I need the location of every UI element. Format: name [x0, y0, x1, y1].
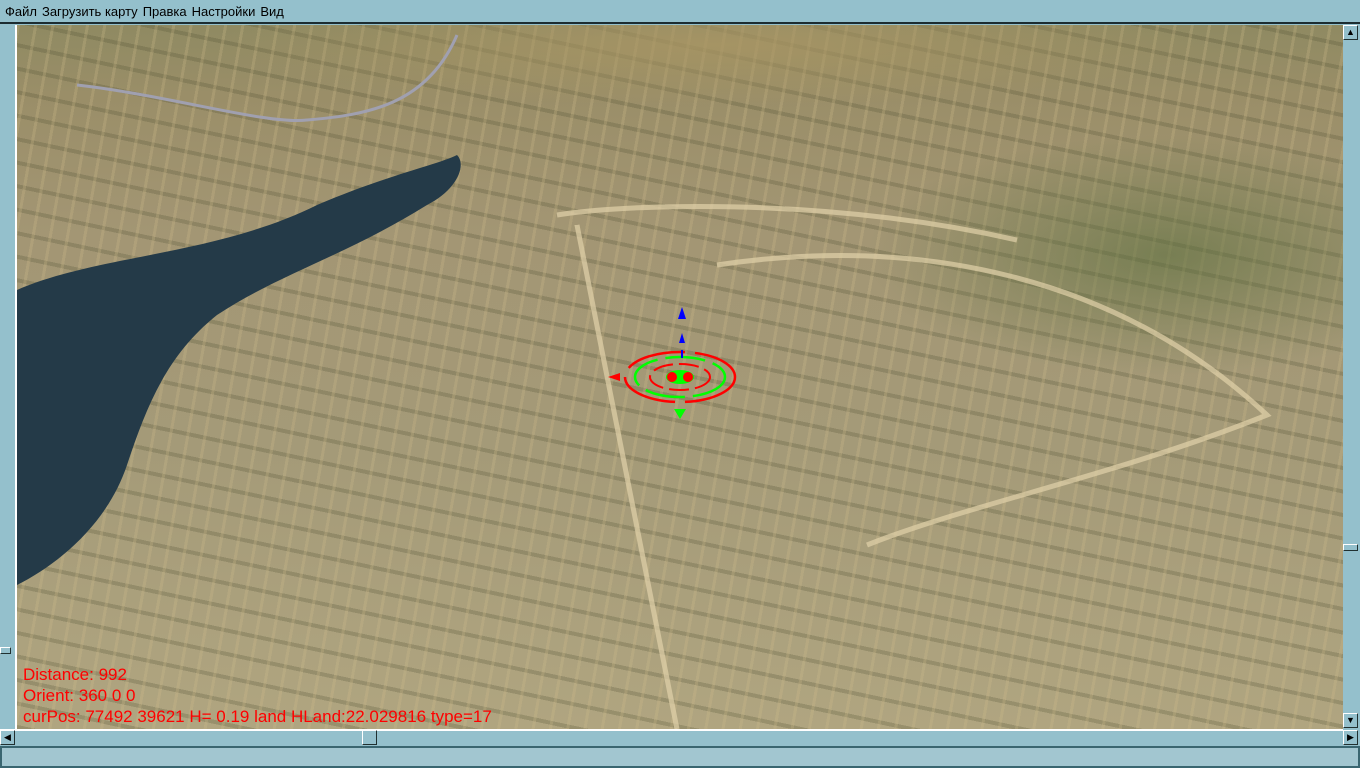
horizontal-scroll-thumb[interactable] [362, 730, 377, 745]
scroll-down-button[interactable]: ▼ [1343, 713, 1358, 728]
position-gizmo [608, 307, 737, 419]
scroll-right-button[interactable]: ▶ [1343, 730, 1358, 745]
horizontal-scrollbar[interactable]: ◀ ▶ [0, 729, 1358, 745]
menu-load-map[interactable]: Загрузить карту [42, 4, 138, 19]
menu-file[interactable]: Файл [5, 4, 37, 19]
hud-overlay: Distance: 992 Orient: 360 0 0 curPos: 77… [23, 664, 492, 727]
vertical-scroll-thumb[interactable] [1343, 544, 1358, 551]
status-bar [0, 746, 1360, 768]
map-3d-viewport[interactable]: Distance: 992 Orient: 360 0 0 curPos: 77… [17, 25, 1343, 729]
menu-settings[interactable]: Настройки [192, 4, 256, 19]
distance-readout: Distance: 992 [23, 665, 127, 684]
left-scroll-thumb[interactable] [0, 647, 11, 654]
scroll-left-button[interactable]: ◀ [0, 730, 15, 745]
left-scrollbar[interactable] [0, 25, 17, 729]
vertical-scrollbar[interactable]: ▲ ▼ [1343, 25, 1360, 729]
orient-readout: Orient: 360 0 0 [23, 686, 136, 705]
scroll-up-button[interactable]: ▲ [1343, 25, 1358, 40]
menu-edit[interactable]: Правка [143, 4, 187, 19]
menu-bar: Файл Загрузить карту Правка Настройки Ви… [0, 0, 1360, 24]
menu-view[interactable]: Вид [260, 4, 284, 19]
position-readout: curPos: 77492 39621 H= 0.19 land HLand:2… [23, 707, 492, 726]
